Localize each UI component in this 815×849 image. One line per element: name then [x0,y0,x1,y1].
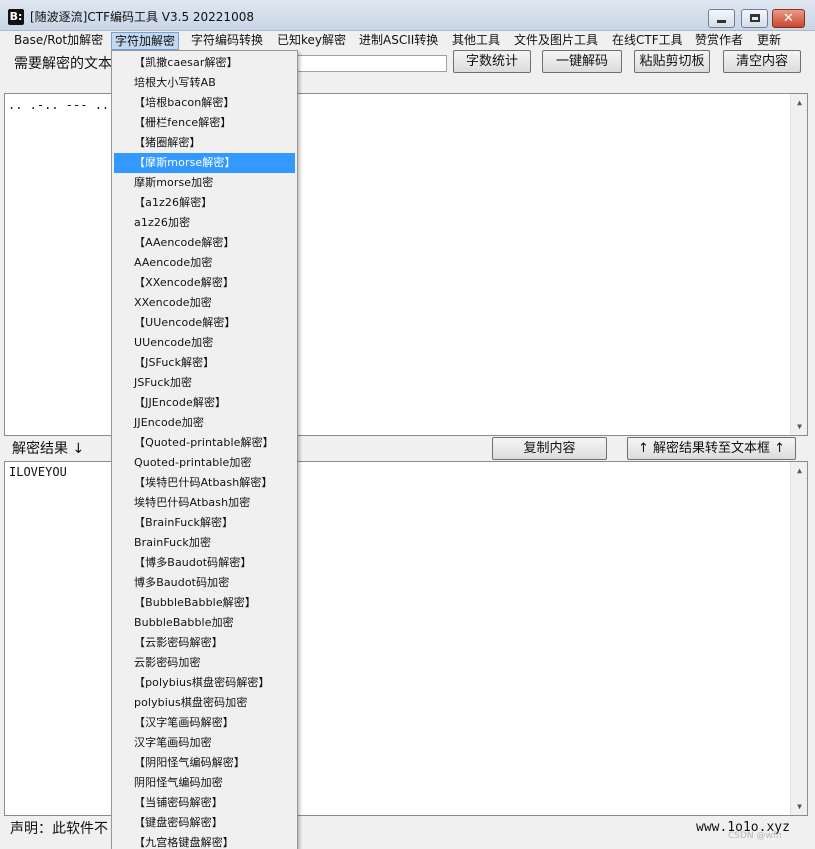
menu-known-key[interactable]: 已知key解密 [277,32,346,50]
count-button[interactable]: 字数统计 [453,50,531,73]
dropdown-item[interactable]: 【九宫格键盘解密】 [114,833,295,849]
dropdown-item[interactable]: 汉字笔画码加密 [114,733,295,753]
close-button[interactable]: ✕ [772,9,805,28]
scroll-up-icon[interactable]: ▲ [791,462,808,479]
menu-other-tools[interactable]: 其他工具 [452,32,500,50]
key-input[interactable] [295,55,447,72]
dropdown-item[interactable]: AAencode加密 [114,253,295,273]
dropdown-item[interactable]: 【BrainFuck解密】 [114,513,295,533]
dropdown-item[interactable]: 【polybius棋盘密码解密】 [114,673,295,693]
menu-online-ctf[interactable]: 在线CTF工具 [612,32,683,50]
input-scrollbar[interactable]: ▲ ▼ [790,94,807,435]
menu-file-image-tools[interactable]: 文件及图片工具 [514,32,598,50]
menu-update[interactable]: 更新 [757,32,781,50]
dropdown-item[interactable]: 云影密码加密 [114,653,295,673]
dropdown-item[interactable]: 【JJEncode解密】 [114,393,295,413]
dropdown-item[interactable]: 培根大小写转AB [114,73,295,93]
minimize-button[interactable] [708,9,735,28]
dropdown-item[interactable]: 【博多Baudot码解密】 [114,553,295,573]
result-scrollbar[interactable]: ▲ ▼ [790,462,807,815]
minimize-icon [717,20,726,23]
dropdown-item[interactable]: BrainFuck加密 [114,533,295,553]
window-title: [随波逐流]CTF编码工具 V3.5 20221008 [30,10,254,24]
disclaimer-text: 声明：此软件不 [10,821,108,837]
dropdown-item[interactable]: 埃特巴什码Atbash加密 [114,493,295,513]
input-prompt-label: 需要解密的文本 [14,56,112,72]
dropdown-item[interactable]: 【AAencode解密】 [114,233,295,253]
dropdown-item[interactable]: 【埃特巴什码Atbash解密】 [114,473,295,493]
dropdown-item[interactable]: 【XXencode解密】 [114,273,295,293]
copy-button[interactable]: 复制内容 [492,437,607,460]
dropdown-item[interactable]: 【云影密码解密】 [114,633,295,653]
maximize-icon [750,14,760,22]
dropdown-item[interactable]: 【a1z26解密】 [114,193,295,213]
input-text: .. .-.. --- ... [8,98,117,112]
clear-button[interactable]: 清空内容 [723,50,801,73]
menu-base-ascii[interactable]: 进制ASCII转换 [359,32,438,50]
dropdown-item[interactable]: 阴阳怪气编码加密 [114,773,295,793]
dropdown-item[interactable]: 【JSFuck解密】 [114,353,295,373]
app-logo-icon: B: [8,9,24,25]
dropdown-item[interactable]: 博多Baudot码加密 [114,573,295,593]
result-text: ILOVEYOU [9,465,67,479]
dropdown-item[interactable]: Quoted-printable加密 [114,453,295,473]
dropdown-item[interactable]: BubbleBabble加密 [114,613,295,633]
menu-base-rot[interactable]: Base/Rot加解密 [14,32,103,50]
result-label: 解密结果 ↓ [12,441,85,457]
dropdown-item[interactable]: 【Quoted-printable解密】 [114,433,295,453]
dropdown-item[interactable]: JJEncode加密 [114,413,295,433]
dropdown-item[interactable]: 【UUencode解密】 [114,313,295,333]
dropdown-item[interactable]: 【培根bacon解密】 [114,93,295,113]
scroll-down-icon[interactable]: ▼ [791,798,808,815]
menu-char-crypto[interactable]: 字符加解密 [111,32,180,50]
dropdown-item[interactable]: 【猪圈解密】 [114,133,295,153]
dropdown-item[interactable]: a1z26加密 [114,213,295,233]
watermark: CSDN @wfn [728,831,782,841]
menu-donate[interactable]: 赞赏作者 [695,32,743,50]
menu-char-encoding[interactable]: 字符编码转换 [191,32,263,50]
scroll-down-icon[interactable]: ▼ [791,418,808,435]
transfer-result-button[interactable]: ↑ 解密结果转至文本框 ↑ [627,437,796,460]
dropdown-item[interactable]: 摩斯morse加密 [114,173,295,193]
dropdown-item[interactable]: UUencode加密 [114,333,295,353]
app-window: B: [随波逐流]CTF编码工具 V3.5 20221008 ✕ Base/Ro… [0,0,815,849]
dropdown-item[interactable]: 【当铺密码解密】 [114,793,295,813]
dropdown-item[interactable]: 【摩斯morse解密】 [114,153,295,173]
dropdown-item[interactable]: 【BubbleBabble解密】 [114,593,295,613]
close-icon: ✕ [783,11,794,26]
menu-bar: Base/Rot加解密 字符加解密 字符编码转换 已知key解密 进制ASCII… [0,31,815,50]
dropdown-item[interactable]: JSFuck加密 [114,373,295,393]
dropdown-item[interactable]: 【汉字笔画码解密】 [114,713,295,733]
char-crypto-dropdown: 【凯撒caesar解密】 培根大小写转AB 【培根bacon解密】 【栅栏fence解… [111,50,298,849]
dropdown-item[interactable]: polybius棋盘密码加密 [114,693,295,713]
decode-button[interactable]: 一键解码 [542,50,622,73]
maximize-button[interactable] [741,9,768,28]
dropdown-item[interactable]: 【凯撒caesar解密】 [114,53,295,73]
dropdown-item[interactable]: 【栅栏fence解密】 [114,113,295,133]
scroll-up-icon[interactable]: ▲ [791,94,808,111]
title-bar[interactable]: B: [随波逐流]CTF编码工具 V3.5 20221008 ✕ [0,0,815,31]
paste-button[interactable]: 粘贴剪切板 [634,50,710,73]
dropdown-item[interactable]: XXencode加密 [114,293,295,313]
dropdown-item[interactable]: 【键盘密码解密】 [114,813,295,833]
dropdown-item[interactable]: 【阴阳怪气编码解密】 [114,753,295,773]
